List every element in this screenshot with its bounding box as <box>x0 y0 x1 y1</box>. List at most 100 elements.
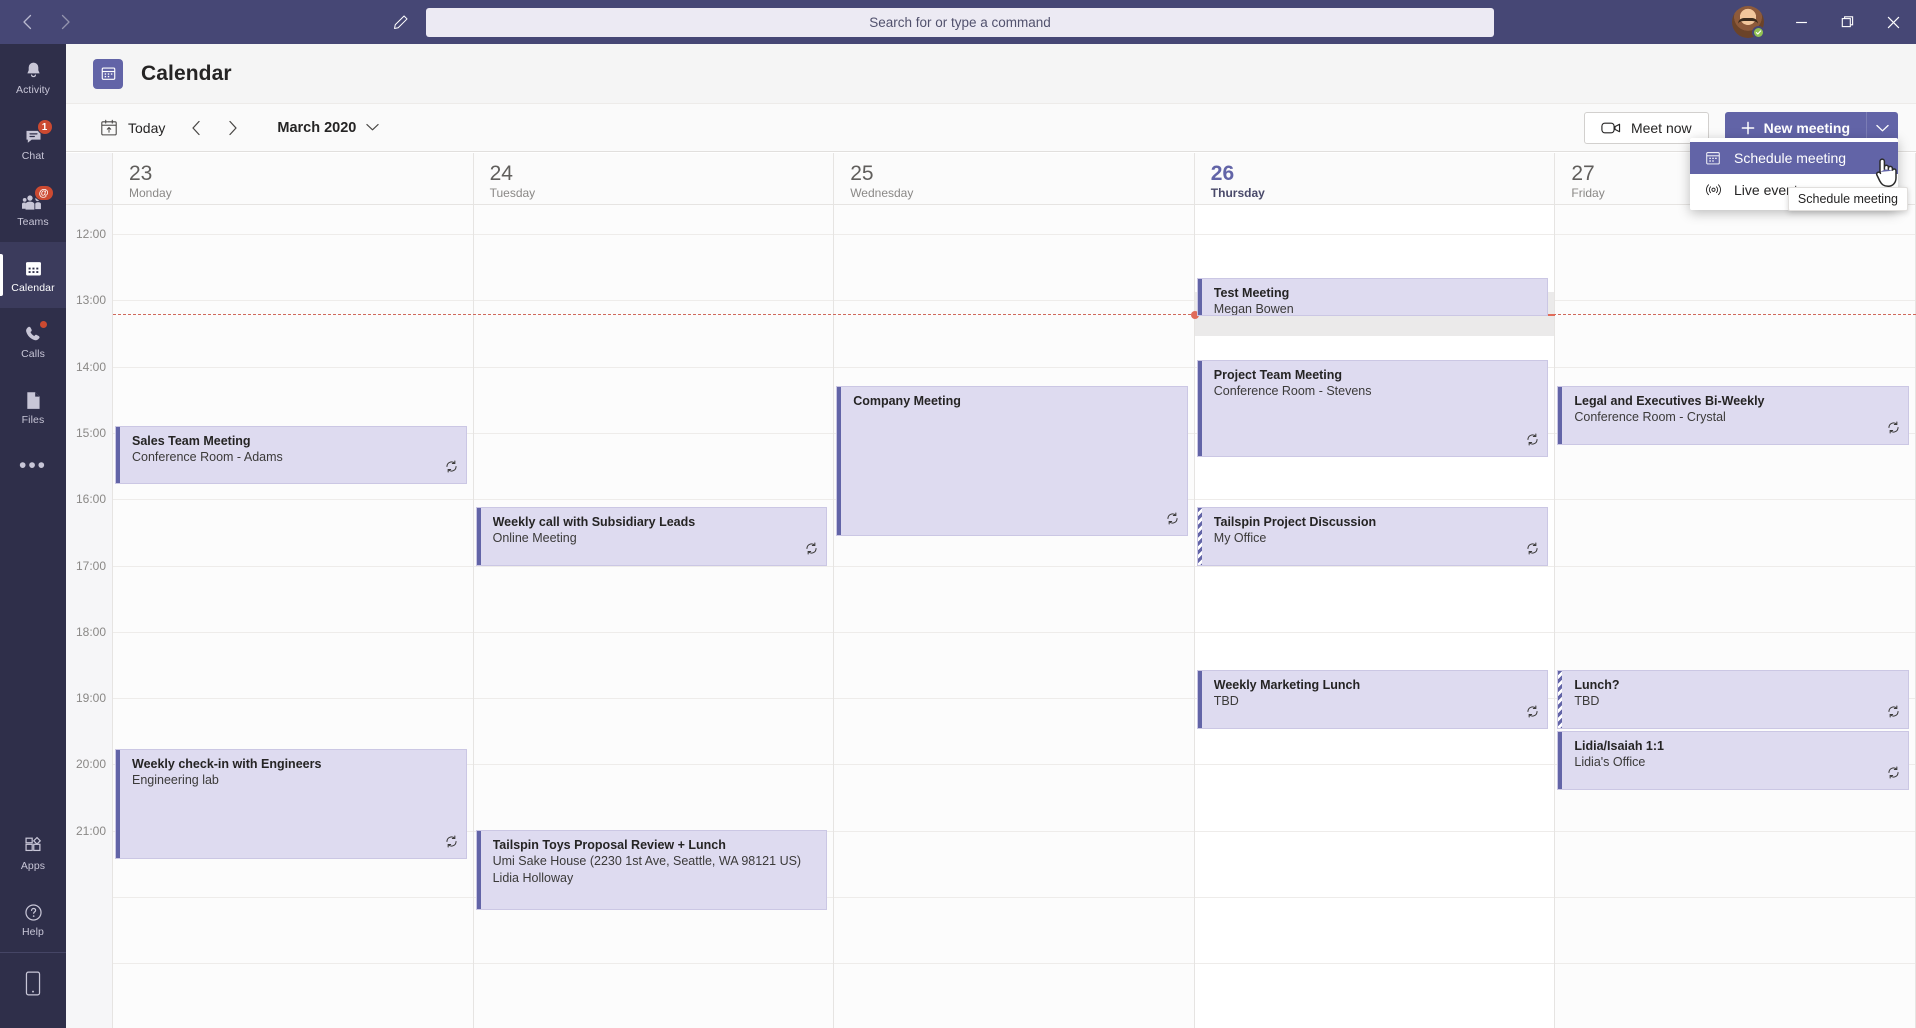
day-header-monday[interactable]: 23 Monday <box>113 153 474 204</box>
hour-gridline <box>1194 499 1555 501</box>
day-number: 25 <box>850 162 874 185</box>
calendar-event[interactable]: Tailspin Toys Proposal Review + Lunch Umi… <box>475 830 828 910</box>
calendar-event[interactable]: Test Meeting Megan Bowen <box>1196 278 1549 316</box>
compose-button[interactable] <box>386 9 414 35</box>
chat-unread-badge: 1 <box>36 119 53 135</box>
app-rail: Activity 1 Chat @ Teams Calendar Calls F… <box>0 44 66 1028</box>
calendar-event[interactable]: Sales Team Meeting Conference Room - Adam… <box>115 426 467 484</box>
hour-gridline <box>113 300 473 302</box>
close-button[interactable] <box>1870 0 1916 44</box>
hour-gridline <box>834 300 1194 302</box>
event-location: TBD <box>1213 694 1239 708</box>
calendar-event[interactable]: Lunch? TBD <box>1557 670 1909 729</box>
sidebar-item-chat[interactable]: 1 Chat <box>0 110 66 176</box>
hour-gridline <box>834 698 1194 700</box>
calendar-icon <box>25 261 41 275</box>
hour-gridline <box>473 963 834 965</box>
period-selector[interactable]: March 2020 <box>269 115 387 141</box>
next-period-button[interactable] <box>217 113 247 143</box>
calendar-event[interactable]: Lidia/Isaiah 1:1 Lidia's Office <box>1557 731 1909 790</box>
sidebar-item-label: Chat <box>21 150 45 162</box>
day-name: Monday <box>129 186 172 200</box>
day-header-thursday[interactable]: 26 Thursday <box>1195 153 1556 204</box>
video-camera-icon <box>1601 122 1621 134</box>
hour-label: 18:00 <box>75 624 106 639</box>
sidebar-item-activity[interactable]: Activity <box>0 44 66 110</box>
sidebar-item-label: Help <box>22 926 44 938</box>
event-accent-bar <box>1197 671 1202 728</box>
hour-gridline <box>1194 897 1555 898</box>
hour-gridline <box>1555 300 1915 302</box>
day-column-thursday[interactable]: Test Meeting Megan Bowen Project Team Meet… <box>1194 205 1556 1028</box>
day-header-wednesday[interactable]: 25 Wednesday <box>834 153 1195 204</box>
hour-label: 12:00 <box>75 227 106 241</box>
mobile-device-button[interactable] <box>0 952 66 1014</box>
sidebar-item-help[interactable]: Help <box>0 886 66 952</box>
plus-icon <box>1741 121 1754 135</box>
hour-label: 17:00 <box>75 558 106 573</box>
hour-gridline <box>1194 234 1555 235</box>
current-time-line-dashed <box>113 314 1916 316</box>
forward-button[interactable] <box>48 7 82 37</box>
hour-gridline <box>113 234 473 235</box>
day-column-wednesday[interactable]: Company Meeting <box>834 205 1195 1028</box>
chevron-down-icon <box>366 123 380 131</box>
hour-gridline <box>113 897 473 898</box>
title-bar: Search for or type a command <box>0 0 1916 44</box>
hour-gridline <box>473 234 834 235</box>
day-column-tuesday[interactable]: Weekly call with Subsidiary Leads Online … <box>473 205 835 1028</box>
search-input[interactable]: Search for or type a command <box>426 8 1494 37</box>
event-location: Online Meeting <box>492 531 577 545</box>
hour-label: 16:00 <box>75 492 106 507</box>
recurring-icon <box>445 460 458 478</box>
back-button[interactable] <box>10 7 44 37</box>
sidebar-item-files[interactable]: Files <box>0 374 66 440</box>
recurring-icon <box>1526 542 1539 560</box>
hour-gridline <box>113 565 473 567</box>
hour-gridline <box>1555 897 1915 898</box>
meet-now-label: Meet now <box>1630 120 1692 136</box>
recurring-icon <box>1887 421 1900 439</box>
close-icon <box>1887 16 1899 28</box>
sidebar-item-label: Files <box>21 414 45 426</box>
hour-gridline <box>834 764 1194 766</box>
calendar-event[interactable]: Company Meeting <box>836 386 1188 536</box>
calendar-event[interactable]: Tailspin Project Discussion My Office <box>1196 507 1549 566</box>
event-title: Legal and Executives Bi-Weekly <box>1574 394 1765 408</box>
day-column-monday[interactable]: Sales Team Meeting Conference Room - Adam… <box>113 205 474 1028</box>
hour-gridline <box>473 631 834 633</box>
sidebar-item-calls[interactable]: Calls <box>0 308 66 374</box>
maximize-icon <box>1841 16 1854 28</box>
event-title: Weekly Marketing Lunch <box>1213 678 1361 692</box>
menu-item-schedule-meeting[interactable]: Schedule meeting <box>1690 142 1898 174</box>
event-accent-bar <box>837 387 842 535</box>
event-location: Megan Bowen <box>1213 302 1294 316</box>
help-icon <box>24 903 42 921</box>
avatar[interactable] <box>1732 6 1765 39</box>
minimize-button[interactable] <box>1778 0 1824 44</box>
calendar-event[interactable]: Project Team Meeting Conference Room - St… <box>1196 360 1549 457</box>
event-accent-bar <box>116 750 120 858</box>
sidebar-item-apps[interactable]: Apps <box>0 820 66 886</box>
event-accent-bar <box>1197 279 1202 315</box>
hour-gridline <box>1555 366 1915 368</box>
previous-period-button[interactable] <box>181 113 211 143</box>
hour-gridline <box>1194 830 1555 832</box>
calendar-event[interactable]: Legal and Executives Bi-Weekly Conference… <box>1557 386 1909 445</box>
more-apps-button[interactable]: ••• <box>0 440 66 492</box>
calendar-event[interactable]: Weekly check-in with Engineers Engineerin… <box>115 749 467 859</box>
period-label: March 2020 <box>277 119 357 136</box>
calendar-event[interactable]: Weekly call with Subsidiary Leads Online … <box>475 507 828 566</box>
today-button[interactable]: Today <box>90 114 175 142</box>
maximize-button[interactable] <box>1824 0 1870 44</box>
sidebar-item-calendar[interactable]: Calendar <box>0 242 66 308</box>
day-number: 23 <box>129 162 153 185</box>
hour-gridline <box>473 764 834 766</box>
day-header-tuesday[interactable]: 24 Tuesday <box>474 153 835 204</box>
calendar-event[interactable]: Weekly Marketing Lunch TBD <box>1196 670 1549 729</box>
sidebar-item-teams[interactable]: @ Teams <box>0 176 66 242</box>
hour-gridline <box>113 631 473 633</box>
day-column-friday[interactable]: Legal and Executives Bi-Weekly Conference… <box>1555 205 1916 1028</box>
event-title: Weekly check-in with Engineers <box>132 757 322 771</box>
minimize-icon <box>1795 21 1807 23</box>
